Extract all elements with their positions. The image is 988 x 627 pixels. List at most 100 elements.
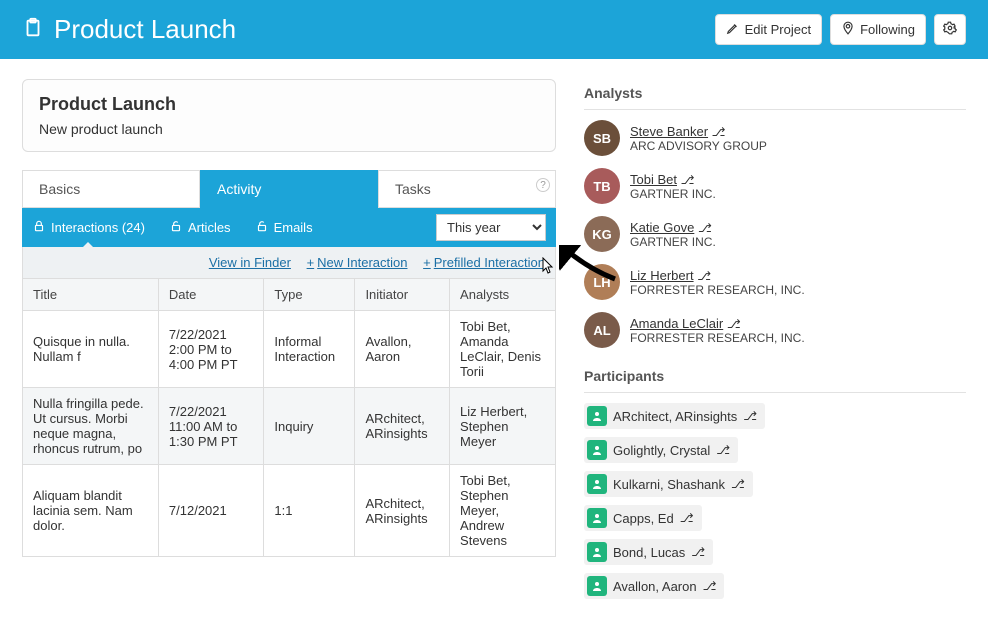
participant-chip[interactable]: Bond, Lucas ⎇ (584, 539, 713, 565)
interactions-table: Title Date Type Initiator Analysts Quisq… (22, 278, 556, 557)
subtab-emails[interactable]: Emails (255, 219, 313, 236)
subtab-interactions[interactable]: Interactions (24) (32, 219, 145, 236)
cell-title: Quisque in nulla. Nullam f (23, 311, 159, 388)
share-icon[interactable]: ⎇ (743, 409, 757, 423)
person-icon (587, 406, 607, 426)
analyst-org: GARTNER INC. (630, 187, 716, 201)
cell-analysts: Tobi Bet, Amanda LeClair, Denis Torii (450, 311, 556, 388)
table-row[interactable]: Quisque in nulla. Nullam f7/22/2021 2:00… (23, 311, 556, 388)
cell-analysts: Tobi Bet, Stephen Meyer, Andrew Stevens (450, 465, 556, 557)
analyst-name-link[interactable]: Amanda LeClair (630, 316, 723, 331)
analyst-name-link[interactable]: Tobi Bet (630, 172, 677, 187)
analyst-name-link[interactable]: Katie Gove (630, 220, 694, 235)
avatar[interactable]: AL (584, 312, 620, 348)
participant-chip[interactable]: Capps, Ed ⎇ (584, 505, 702, 531)
project-card-subtitle: New product launch (39, 121, 539, 137)
participant-chip[interactable]: ARchitect, ARinsights ⎇ (584, 403, 765, 429)
share-icon[interactable]: ⎇ (680, 511, 694, 525)
view-in-finder-link[interactable]: View in Finder (209, 255, 291, 270)
help-icon[interactable]: ? (536, 178, 550, 192)
participant-name: Avallon, Aaron (613, 579, 697, 594)
col-initiator[interactable]: Initiator (355, 279, 450, 311)
project-card-title: Product Launch (39, 94, 539, 115)
participant-name: ARchitect, ARinsights (613, 409, 737, 424)
analyst-item: KG Katie Gove ⎇GARTNER INC. (584, 216, 966, 252)
participant-name: Bond, Lucas (613, 545, 685, 560)
participant-name: Kulkarni, Shashank (613, 477, 725, 492)
share-icon[interactable]: ⎇ (712, 125, 726, 139)
table-row[interactable]: Aliquam blandit lacinia sem. Nam dolor.7… (23, 465, 556, 557)
analyst-item: LH Liz Herbert ⎇FORRESTER RESEARCH, INC. (584, 264, 966, 300)
share-icon[interactable]: ⎇ (681, 173, 695, 187)
date-range-select[interactable]: This year (436, 214, 546, 241)
table-row[interactable]: Nulla fringilla pede. Ut cursus. Morbi n… (23, 388, 556, 465)
col-date[interactable]: Date (158, 279, 263, 311)
cell-date: 7/12/2021 (158, 465, 263, 557)
unlock-icon (169, 219, 183, 236)
plus-icon: + (423, 255, 431, 270)
tab-activity[interactable]: Activity (200, 170, 378, 208)
analyst-item: AL Amanda LeClair ⎇FORRESTER RESEARCH, IN… (584, 312, 966, 348)
settings-button[interactable] (934, 14, 966, 45)
participant-chip[interactable]: Golightly, Crystal ⎇ (584, 437, 738, 463)
cell-initiator: ARchitect, ARinsights (355, 388, 450, 465)
prefilled-interaction-link[interactable]: +Prefilled Interaction (423, 255, 545, 270)
col-analysts[interactable]: Analysts (450, 279, 556, 311)
share-icon[interactable]: ⎇ (691, 545, 705, 559)
unlock-icon (255, 219, 269, 236)
cell-type: Inquiry (264, 388, 355, 465)
tab-basics[interactable]: Basics (22, 170, 200, 208)
share-icon[interactable]: ⎇ (727, 317, 741, 331)
pencil-icon (726, 21, 740, 38)
avatar[interactable]: LH (584, 264, 620, 300)
cell-analysts: Liz Herbert, Stephen Meyer (450, 388, 556, 465)
cell-type: Informal Interaction (264, 311, 355, 388)
cursor-icon (541, 257, 557, 278)
cell-title: Aliquam blandit lacinia sem. Nam dolor. (23, 465, 159, 557)
analyst-org: ARC ADVISORY GROUP (630, 139, 767, 153)
app-header: Product Launch Edit Project Following (0, 0, 988, 59)
edit-project-button[interactable]: Edit Project (715, 14, 822, 45)
analyst-name-link[interactable]: Liz Herbert (630, 268, 694, 283)
project-summary-card: Product Launch New product launch (22, 79, 556, 152)
avatar[interactable]: TB (584, 168, 620, 204)
person-icon (587, 474, 607, 494)
share-icon[interactable]: ⎇ (698, 221, 712, 235)
analyst-org: FORRESTER RESEARCH, INC. (630, 331, 805, 345)
col-type[interactable]: Type (264, 279, 355, 311)
plus-icon: + (307, 255, 315, 270)
person-icon (587, 508, 607, 528)
following-button[interactable]: Following (830, 14, 926, 45)
share-icon[interactable]: ⎇ (716, 443, 730, 457)
clipboard-icon (22, 17, 44, 42)
cell-type: 1:1 (264, 465, 355, 557)
tab-tasks[interactable]: Tasks (378, 170, 556, 208)
avatar[interactable]: KG (584, 216, 620, 252)
page-title: Product Launch (54, 14, 236, 45)
share-icon[interactable]: ⎇ (703, 579, 717, 593)
cell-date: 7/22/2021 2:00 PM to 4:00 PM PT (158, 311, 263, 388)
participant-chip[interactable]: Avallon, Aaron ⎇ (584, 573, 724, 599)
person-icon (587, 542, 607, 562)
share-icon[interactable]: ⎇ (731, 477, 745, 491)
avatar[interactable]: SB (584, 120, 620, 156)
participant-name: Golightly, Crystal (613, 443, 710, 458)
new-interaction-link[interactable]: +New Interaction (307, 255, 408, 270)
person-icon (587, 440, 607, 460)
participant-chip[interactable]: Kulkarni, Shashank ⎇ (584, 471, 753, 497)
participant-name: Capps, Ed (613, 511, 674, 526)
activity-subtabs: Interactions (24) Articles Emails This y… (22, 208, 556, 247)
cell-initiator: Avallon, Aaron (355, 311, 450, 388)
analyst-org: FORRESTER RESEARCH, INC. (630, 283, 805, 297)
person-icon (587, 576, 607, 596)
cell-date: 7/22/2021 11:00 AM to 1:30 PM PT (158, 388, 263, 465)
col-title[interactable]: Title (23, 279, 159, 311)
analyst-org: GARTNER INC. (630, 235, 716, 249)
subtab-articles[interactable]: Articles (169, 219, 231, 236)
cell-initiator: ARchitect, ARinsights (355, 465, 450, 557)
analyst-name-link[interactable]: Steve Banker (630, 124, 708, 139)
share-icon[interactable]: ⎇ (697, 269, 711, 283)
table-action-bar: View in Finder +New Interaction +Prefill… (22, 247, 556, 278)
analyst-item: TB Tobi Bet ⎇GARTNER INC. (584, 168, 966, 204)
participants-heading: Participants (584, 362, 966, 393)
